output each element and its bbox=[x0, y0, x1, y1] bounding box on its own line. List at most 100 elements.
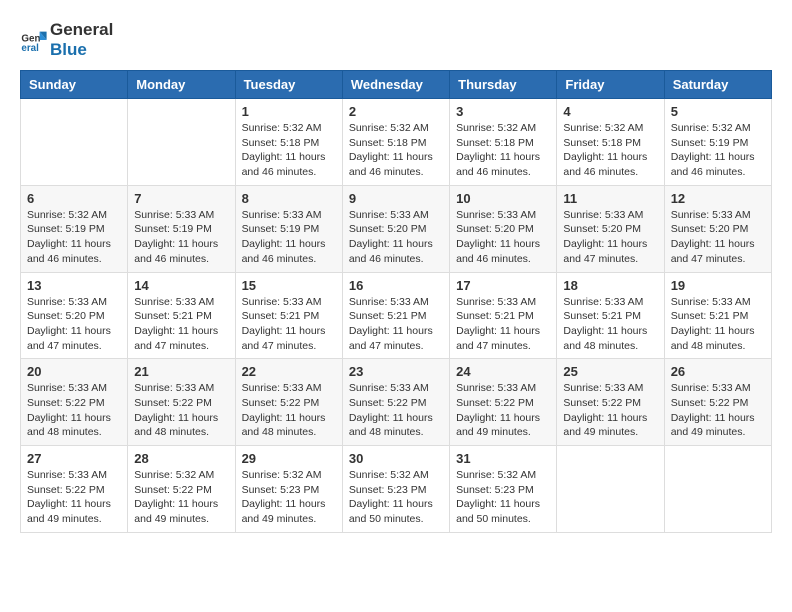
day-cell: 15Sunrise: 5:33 AM Sunset: 5:21 PM Dayli… bbox=[235, 272, 342, 359]
day-cell: 8 Sunrise: 5:33 AM Sunset: 5:19 PM Daylig… bbox=[235, 185, 342, 272]
day-cell: 9Sunrise: 5:33 AM Sunset: 5:20 PM Daylig… bbox=[342, 185, 449, 272]
day-info: Sunrise: 5:32 AM Sunset: 5:23 PM Dayligh… bbox=[456, 468, 550, 527]
day-cell: 23 Sunrise: 5:33 AM Sunset: 5:22 PM Dayli… bbox=[342, 359, 449, 446]
day-number: 15 bbox=[242, 278, 336, 293]
day-info: Sunrise: 5:33 AM Sunset: 5:22 PM Dayligh… bbox=[671, 381, 765, 440]
day-number: 2 bbox=[349, 104, 443, 119]
day-info: Sunrise: 5:33 AM Sunset: 5:19 PM Dayligh… bbox=[242, 208, 336, 267]
day-cell: 3Sunrise: 5:32 AM Sunset: 5:18 PM Daylig… bbox=[450, 99, 557, 186]
week-row-2: 6 Sunrise: 5:32 AM Sunset: 5:19 PM Daylig… bbox=[21, 185, 772, 272]
svg-text:eral: eral bbox=[21, 43, 39, 54]
day-number: 13 bbox=[27, 278, 121, 293]
day-header-thursday: Thursday bbox=[450, 71, 557, 99]
day-cell: 28Sunrise: 5:32 AM Sunset: 5:22 PM Dayli… bbox=[128, 446, 235, 533]
day-number: 30 bbox=[349, 451, 443, 466]
day-number: 10 bbox=[456, 191, 550, 206]
day-info: Sunrise: 5:33 AM Sunset: 5:22 PM Dayligh… bbox=[349, 381, 443, 440]
day-cell: 25Sunrise: 5:33 AM Sunset: 5:22 PM Dayli… bbox=[557, 359, 664, 446]
day-header-monday: Monday bbox=[128, 71, 235, 99]
day-number: 26 bbox=[671, 364, 765, 379]
day-cell: 21 Sunrise: 5:33 AM Sunset: 5:22 PM Dayli… bbox=[128, 359, 235, 446]
calendar-header: SundayMondayTuesdayWednesdayThursdayFrid… bbox=[21, 71, 772, 99]
day-info: Sunrise: 5:32 AM Sunset: 5:23 PM Dayligh… bbox=[349, 468, 443, 527]
day-info: Sunrise: 5:33 AM Sunset: 5:22 PM Dayligh… bbox=[134, 381, 228, 440]
logo-general: General bbox=[50, 20, 113, 39]
day-cell: 5Sunrise: 5:32 AM Sunset: 5:19 PM Daylig… bbox=[664, 99, 771, 186]
day-info: Sunrise: 5:32 AM Sunset: 5:18 PM Dayligh… bbox=[349, 121, 443, 180]
day-cell: 31Sunrise: 5:32 AM Sunset: 5:23 PM Dayli… bbox=[450, 446, 557, 533]
day-header-tuesday: Tuesday bbox=[235, 71, 342, 99]
calendar-body: 1Sunrise: 5:32 AM Sunset: 5:18 PM Daylig… bbox=[21, 99, 772, 533]
day-info: Sunrise: 5:33 AM Sunset: 5:22 PM Dayligh… bbox=[242, 381, 336, 440]
day-number: 19 bbox=[671, 278, 765, 293]
day-number: 27 bbox=[27, 451, 121, 466]
day-cell: 14 Sunrise: 5:33 AM Sunset: 5:21 PM Dayli… bbox=[128, 272, 235, 359]
day-cell: 22 Sunrise: 5:33 AM Sunset: 5:22 PM Dayli… bbox=[235, 359, 342, 446]
day-number: 14 bbox=[134, 278, 228, 293]
day-cell: 18Sunrise: 5:33 AM Sunset: 5:21 PM Dayli… bbox=[557, 272, 664, 359]
day-cell: 10Sunrise: 5:33 AM Sunset: 5:20 PM Dayli… bbox=[450, 185, 557, 272]
day-info: Sunrise: 5:33 AM Sunset: 5:22 PM Dayligh… bbox=[456, 381, 550, 440]
day-number: 17 bbox=[456, 278, 550, 293]
day-number: 22 bbox=[242, 364, 336, 379]
day-info: Sunrise: 5:32 AM Sunset: 5:18 PM Dayligh… bbox=[563, 121, 657, 180]
day-number: 16 bbox=[349, 278, 443, 293]
day-info: Sunrise: 5:33 AM Sunset: 5:21 PM Dayligh… bbox=[134, 295, 228, 354]
day-cell bbox=[128, 99, 235, 186]
day-number: 7 bbox=[134, 191, 228, 206]
day-number: 29 bbox=[242, 451, 336, 466]
day-cell: 6 Sunrise: 5:32 AM Sunset: 5:19 PM Daylig… bbox=[21, 185, 128, 272]
day-cell: 27 Sunrise: 5:33 AM Sunset: 5:22 PM Dayli… bbox=[21, 446, 128, 533]
day-cell bbox=[664, 446, 771, 533]
day-cell: 19 Sunrise: 5:33 AM Sunset: 5:21 PM Dayli… bbox=[664, 272, 771, 359]
day-cell: 4 Sunrise: 5:32 AM Sunset: 5:18 PM Daylig… bbox=[557, 99, 664, 186]
day-header-sunday: Sunday bbox=[21, 71, 128, 99]
week-row-5: 27 Sunrise: 5:33 AM Sunset: 5:22 PM Dayli… bbox=[21, 446, 772, 533]
day-cell: 7 Sunrise: 5:33 AM Sunset: 5:19 PM Daylig… bbox=[128, 185, 235, 272]
day-cell: 29 Sunrise: 5:32 AM Sunset: 5:23 PM Dayli… bbox=[235, 446, 342, 533]
day-info: Sunrise: 5:33 AM Sunset: 5:20 PM Dayligh… bbox=[27, 295, 121, 354]
day-cell bbox=[21, 99, 128, 186]
day-cell bbox=[557, 446, 664, 533]
day-info: Sunrise: 5:33 AM Sunset: 5:21 PM Dayligh… bbox=[563, 295, 657, 354]
day-info: Sunrise: 5:33 AM Sunset: 5:21 PM Dayligh… bbox=[671, 295, 765, 354]
day-cell: 30 Sunrise: 5:32 AM Sunset: 5:23 PM Dayli… bbox=[342, 446, 449, 533]
day-info: Sunrise: 5:33 AM Sunset: 5:22 PM Dayligh… bbox=[563, 381, 657, 440]
day-number: 6 bbox=[27, 191, 121, 206]
day-number: 11 bbox=[563, 191, 657, 206]
day-info: Sunrise: 5:32 AM Sunset: 5:19 PM Dayligh… bbox=[671, 121, 765, 180]
day-number: 8 bbox=[242, 191, 336, 206]
day-info: Sunrise: 5:33 AM Sunset: 5:20 PM Dayligh… bbox=[671, 208, 765, 267]
day-cell: 16 Sunrise: 5:33 AM Sunset: 5:21 PM Dayli… bbox=[342, 272, 449, 359]
day-header-friday: Friday bbox=[557, 71, 664, 99]
day-cell: 20Sunrise: 5:33 AM Sunset: 5:22 PM Dayli… bbox=[21, 359, 128, 446]
day-info: Sunrise: 5:33 AM Sunset: 5:20 PM Dayligh… bbox=[563, 208, 657, 267]
day-number: 23 bbox=[349, 364, 443, 379]
day-cell: 26 Sunrise: 5:33 AM Sunset: 5:22 PM Dayli… bbox=[664, 359, 771, 446]
day-number: 28 bbox=[134, 451, 228, 466]
day-info: Sunrise: 5:33 AM Sunset: 5:21 PM Dayligh… bbox=[456, 295, 550, 354]
day-number: 21 bbox=[134, 364, 228, 379]
day-number: 12 bbox=[671, 191, 765, 206]
day-cell: 12 Sunrise: 5:33 AM Sunset: 5:20 PM Dayli… bbox=[664, 185, 771, 272]
day-info: Sunrise: 5:32 AM Sunset: 5:23 PM Dayligh… bbox=[242, 468, 336, 527]
day-info: Sunrise: 5:33 AM Sunset: 5:21 PM Dayligh… bbox=[349, 295, 443, 354]
week-row-3: 13 Sunrise: 5:33 AM Sunset: 5:20 PM Dayli… bbox=[21, 272, 772, 359]
day-info: Sunrise: 5:32 AM Sunset: 5:19 PM Dayligh… bbox=[27, 208, 121, 267]
day-cell: 1Sunrise: 5:32 AM Sunset: 5:18 PM Daylig… bbox=[235, 99, 342, 186]
day-cell: 17 Sunrise: 5:33 AM Sunset: 5:21 PM Dayli… bbox=[450, 272, 557, 359]
day-cell: 24Sunrise: 5:33 AM Sunset: 5:22 PM Dayli… bbox=[450, 359, 557, 446]
day-info: Sunrise: 5:33 AM Sunset: 5:19 PM Dayligh… bbox=[134, 208, 228, 267]
day-number: 4 bbox=[563, 104, 657, 119]
day-info: Sunrise: 5:33 AM Sunset: 5:20 PM Dayligh… bbox=[349, 208, 443, 267]
day-cell: 2 Sunrise: 5:32 AM Sunset: 5:18 PM Daylig… bbox=[342, 99, 449, 186]
calendar-table: SundayMondayTuesdayWednesdayThursdayFrid… bbox=[20, 70, 772, 533]
day-cell: 13 Sunrise: 5:33 AM Sunset: 5:20 PM Dayli… bbox=[21, 272, 128, 359]
day-info: Sunrise: 5:32 AM Sunset: 5:18 PM Dayligh… bbox=[456, 121, 550, 180]
week-row-1: 1Sunrise: 5:32 AM Sunset: 5:18 PM Daylig… bbox=[21, 99, 772, 186]
day-info: Sunrise: 5:32 AM Sunset: 5:18 PM Dayligh… bbox=[242, 121, 336, 180]
logo-blue: Blue bbox=[50, 40, 87, 59]
day-cell: 11 Sunrise: 5:33 AM Sunset: 5:20 PM Dayli… bbox=[557, 185, 664, 272]
day-header-wednesday: Wednesday bbox=[342, 71, 449, 99]
day-info: Sunrise: 5:33 AM Sunset: 5:22 PM Dayligh… bbox=[27, 468, 121, 527]
